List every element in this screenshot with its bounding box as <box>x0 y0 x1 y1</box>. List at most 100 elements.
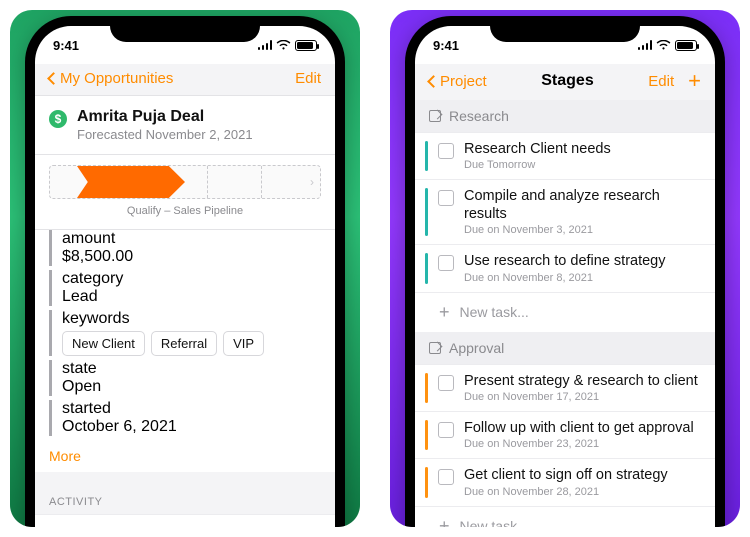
task-due: Due Tomorrow <box>464 159 703 171</box>
task-due: Due on November 17, 2021 <box>464 391 703 403</box>
notch <box>110 16 260 42</box>
task-due: Due on November 23, 2021 <box>464 438 703 450</box>
chevron-right-icon: › <box>310 175 314 189</box>
task-color-stripe <box>425 420 428 450</box>
deal-title: Amrita Puja Deal <box>77 108 253 126</box>
battery-icon <box>675 40 697 51</box>
task-row[interactable]: Use research to define strategyDue on No… <box>415 244 715 291</box>
task-row[interactable]: Research Client needsDue Tomorrow <box>415 132 715 179</box>
task-title: Follow up with client to get approval <box>464 420 703 437</box>
task-checkbox[interactable] <box>438 255 454 271</box>
chevron-left-icon <box>47 72 60 85</box>
back-label: Project <box>440 73 487 90</box>
task-checkbox[interactable] <box>438 469 454 485</box>
task-due: Due on November 28, 2021 <box>464 486 703 498</box>
field-value: Open <box>62 378 335 396</box>
status-time: 9:41 <box>53 38 79 53</box>
wifi-icon <box>656 40 671 51</box>
field-started[interactable]: started October 6, 2021 <box>49 400 335 436</box>
plus-icon: + <box>439 516 450 527</box>
chip[interactable]: VIP <box>223 331 264 356</box>
battery-icon <box>295 40 317 51</box>
promo-panel-left: 9:41 My Opportunities Edit $ Amrita Puja… <box>10 10 360 527</box>
keyword-chips: New Client Referral VIP <box>62 331 335 356</box>
back-button[interactable]: Project <box>429 73 487 90</box>
task-title: Present strategy & research to client <box>464 373 703 390</box>
new-task-label: New task... <box>460 304 529 320</box>
notch <box>490 16 640 42</box>
stage-group-header[interactable]: Approval <box>415 332 715 364</box>
back-button[interactable]: My Opportunities <box>49 70 173 87</box>
wifi-icon <box>276 40 291 51</box>
edit-button[interactable]: Edit <box>648 73 674 90</box>
field-state[interactable]: state Open <box>49 360 335 396</box>
task-checkbox[interactable] <box>438 375 454 391</box>
more-button[interactable]: More <box>35 440 335 472</box>
pipeline-section[interactable]: › Qualify – Sales Pipeline <box>35 155 335 230</box>
task-due: Due on November 3, 2021 <box>464 224 703 236</box>
edit-button[interactable]: Edit <box>295 70 321 87</box>
status-indicators <box>258 40 318 51</box>
pipeline-bar: › <box>49 165 321 199</box>
row-by-stage[interactable]: By Stage <box>35 514 335 527</box>
field-value: Lead <box>62 288 335 306</box>
task-checkbox[interactable] <box>438 190 454 206</box>
pipeline-label: Qualify – Sales Pipeline <box>49 205 321 217</box>
new-task-button[interactable]: + New task... <box>415 292 715 332</box>
nav-title: Stages <box>541 72 593 90</box>
content-area: My Opportunities Edit $ Amrita Puja Deal… <box>35 64 335 527</box>
back-label: My Opportunities <box>60 70 173 87</box>
content-area: Project Stages Edit + Research Research C… <box>415 64 715 527</box>
pipeline-active-stage <box>77 166 185 198</box>
field-amount[interactable]: amount $8,500.00 <box>49 230 335 266</box>
task-color-stripe <box>425 141 428 171</box>
nav-bar: Project Stages Edit + <box>415 64 715 100</box>
stages-list: Research Research Client needsDue Tomorro… <box>415 100 715 527</box>
field-value: October 6, 2021 <box>62 418 335 436</box>
flag-icon <box>429 110 441 122</box>
stage-group-header[interactable]: Research <box>415 100 715 132</box>
plus-icon: + <box>439 302 450 323</box>
deal-header[interactable]: $ Amrita Puja Deal Forecasted November 2… <box>35 95 335 155</box>
chip[interactable]: Referral <box>151 331 217 356</box>
deal-subtitle: Forecasted November 2, 2021 <box>77 127 253 142</box>
nav-bar: My Opportunities Edit <box>35 64 335 95</box>
task-color-stripe <box>425 467 428 497</box>
task-row[interactable]: Present strategy & research to clientDue… <box>415 364 715 411</box>
field-key: category <box>62 270 335 288</box>
task-title: Research Client needs <box>464 141 703 158</box>
status-indicators <box>638 40 698 51</box>
task-due: Due on November 8, 2021 <box>464 272 703 284</box>
phone-frame: 9:41 Project Stages Edit + ResearchResea… <box>405 16 725 527</box>
task-color-stripe <box>425 373 428 403</box>
field-key: started <box>62 400 335 418</box>
chip[interactable]: New Client <box>62 331 145 356</box>
new-task-button[interactable]: + New task... <box>415 506 715 527</box>
field-category[interactable]: category Lead <box>49 270 335 306</box>
chevron-left-icon <box>427 75 440 88</box>
screen: 9:41 Project Stages Edit + ResearchResea… <box>415 26 715 527</box>
task-checkbox[interactable] <box>438 422 454 438</box>
stage-group-name: Approval <box>449 340 504 356</box>
field-keywords[interactable]: keywords New Client Referral VIP <box>49 310 335 356</box>
add-button[interactable]: + <box>688 70 701 92</box>
deal-dollar-icon: $ <box>49 110 67 128</box>
task-row[interactable]: Follow up with client to get approvalDue… <box>415 411 715 458</box>
deal-card: $ Amrita Puja Deal Forecasted November 2… <box>35 95 335 472</box>
field-value: $8,500.00 <box>62 248 335 266</box>
field-key: amount <box>62 230 335 248</box>
activity-section-label: ACTIVITY <box>35 482 335 514</box>
task-checkbox[interactable] <box>438 143 454 159</box>
cellular-icon <box>638 40 653 50</box>
status-time: 9:41 <box>433 38 459 53</box>
new-task-label: New task... <box>460 518 529 527</box>
task-row[interactable]: Get client to sign off on strategyDue on… <box>415 458 715 505</box>
task-row[interactable]: Compile and analyze research resultsDue … <box>415 179 715 244</box>
flag-icon <box>429 342 441 354</box>
tag-icon <box>52 527 68 528</box>
cellular-icon <box>258 40 273 50</box>
stage-group-name: Research <box>449 108 509 124</box>
row-label: By Stage <box>81 525 142 527</box>
task-color-stripe <box>425 253 428 283</box>
screen: 9:41 My Opportunities Edit $ Amrita Puja… <box>35 26 335 527</box>
